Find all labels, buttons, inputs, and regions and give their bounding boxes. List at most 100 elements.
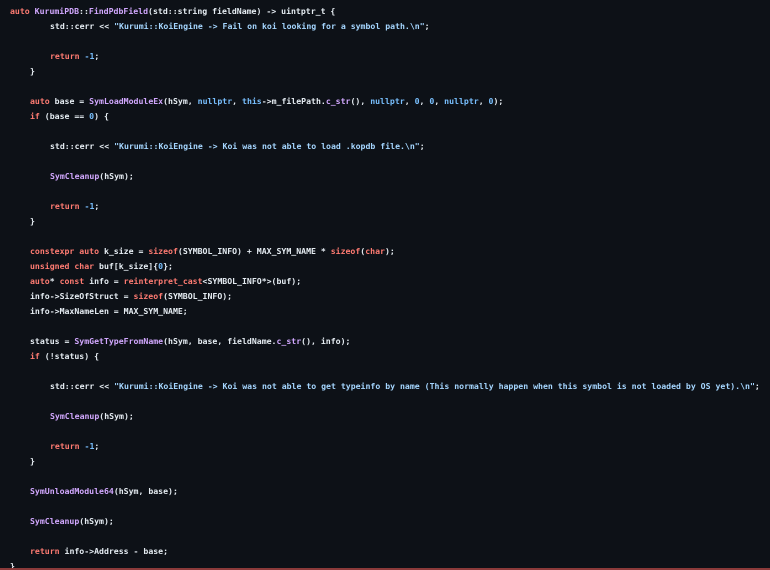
code-token: , bbox=[404, 96, 415, 106]
code-token: c_str bbox=[325, 96, 351, 106]
code-token: (), bbox=[350, 96, 371, 106]
code-line: SymUnloadModule64(hSym, base); bbox=[0, 484, 770, 499]
code-token: SymCleanup bbox=[30, 516, 80, 526]
code-token: base = bbox=[54, 96, 90, 106]
code-token: sizeof bbox=[330, 246, 361, 256]
code-line: info->SizeOfStruct = sizeof(SYMBOL_INFO)… bbox=[0, 289, 770, 304]
code-line: std::cerr << "Kurumi::KoiEngine -> Koi w… bbox=[0, 139, 770, 154]
code-token: <SYMBOL_INFO*>(buf); bbox=[202, 276, 302, 286]
code-token: if bbox=[30, 351, 45, 361]
code-token: , bbox=[478, 96, 489, 106]
code-line: std::cerr << "Kurumi::KoiEngine -> Koi w… bbox=[0, 379, 770, 394]
code-token: ); bbox=[384, 246, 395, 256]
code-token: }; bbox=[163, 261, 173, 271]
code-token: std::cerr << bbox=[50, 381, 115, 391]
code-line: auto* const info = reinterpret_cast<SYMB… bbox=[0, 274, 770, 289]
code-line: unsigned char buf[k_size]{0}; bbox=[0, 259, 770, 274]
code-token: (SYMBOL_INFO); bbox=[163, 291, 233, 301]
code-token: this bbox=[242, 96, 262, 106]
code-token: ; bbox=[419, 141, 425, 151]
code-line: } bbox=[0, 64, 770, 79]
code-token: SymLoadModuleEx bbox=[89, 96, 164, 106]
code-token: (std::string fieldName) -> uintptr_t { bbox=[148, 6, 336, 16]
code-token: return bbox=[50, 441, 85, 451]
code-token: KurumiPDB bbox=[34, 6, 80, 16]
code-line: return info->Address - base; bbox=[0, 544, 770, 559]
code-token: (hSym); bbox=[99, 171, 134, 181]
code-token: (SYMBOL_INFO) + MAX_SYM_NAME * bbox=[177, 246, 331, 256]
code-token: return bbox=[50, 201, 85, 211]
code-token: } bbox=[30, 66, 35, 76]
code-token: constexpr auto bbox=[30, 246, 104, 256]
code-token: nullptr bbox=[444, 96, 479, 106]
code-token: } bbox=[30, 456, 35, 466]
code-token: (hSym, bbox=[163, 96, 198, 106]
code-token: ; bbox=[754, 381, 760, 391]
code-token: , bbox=[232, 96, 243, 106]
code-line: return -1; bbox=[0, 199, 770, 214]
code-token: k_size = bbox=[103, 246, 149, 256]
code-token: info->SizeOfStruct = bbox=[30, 291, 134, 301]
code-editor[interactable]: auto KurumiPDB::FindPdbField(std::string… bbox=[0, 0, 770, 568]
code-token: ; bbox=[94, 441, 100, 451]
code-token: const bbox=[59, 276, 90, 286]
code-token: SymCleanup bbox=[50, 411, 100, 421]
code-token: std::cerr << bbox=[50, 21, 115, 31]
code-token: -1 bbox=[84, 441, 95, 451]
code-token: :: bbox=[79, 6, 89, 16]
code-token: ; bbox=[424, 21, 430, 31]
code-line: SymCleanup(hSym); bbox=[0, 169, 770, 184]
code-line: std::cerr << "Kurumi::KoiEngine -> Fail … bbox=[0, 19, 770, 34]
code-line: if (!status) { bbox=[0, 349, 770, 364]
code-line: } bbox=[0, 454, 770, 469]
code-token: ; bbox=[94, 51, 100, 61]
code-token: ) { bbox=[94, 111, 109, 121]
code-token: auto bbox=[30, 96, 55, 106]
code-token: , bbox=[419, 96, 430, 106]
code-token: (), info); bbox=[301, 336, 351, 346]
code-line: return -1; bbox=[0, 439, 770, 454]
code-token: } bbox=[30, 216, 35, 226]
code-line: info->MaxNameLen = MAX_SYM_NAME; bbox=[0, 304, 770, 319]
code-line: } bbox=[0, 559, 770, 568]
code-token: nullptr bbox=[197, 96, 233, 106]
code-token: "Kurumi::KoiEngine -> Fail on koi lookin… bbox=[114, 21, 425, 31]
code-token: if bbox=[30, 111, 45, 121]
code-token: SymUnloadModule64 bbox=[30, 486, 114, 496]
code-token: FindPdbField bbox=[88, 6, 149, 16]
code-token: char bbox=[365, 246, 385, 256]
code-line: } bbox=[0, 214, 770, 229]
code-token: (hSym); bbox=[99, 411, 134, 421]
code-token: (hSym, base); bbox=[113, 486, 178, 496]
code-line: return -1; bbox=[0, 49, 770, 64]
code-token: SymCleanup bbox=[50, 171, 100, 181]
code-token: , bbox=[434, 96, 445, 106]
code-token: sizeof bbox=[148, 246, 178, 256]
code-token: sizeof bbox=[133, 291, 164, 301]
code-line: status = SymGetTypeFromName(hSym, base, … bbox=[0, 334, 770, 349]
code-token: -1 bbox=[84, 51, 95, 61]
code-token: ->m_filePath. bbox=[261, 96, 326, 106]
code-line: auto base = SymLoadModuleEx(hSym, nullpt… bbox=[0, 94, 770, 109]
code-token: (hSym); bbox=[79, 516, 114, 526]
code-token: SymGetTypeFromName bbox=[74, 336, 164, 346]
code-line: if (base == 0) { bbox=[0, 109, 770, 124]
code-token: ; bbox=[94, 201, 100, 211]
code-token: info = bbox=[89, 276, 124, 286]
code-token: unsigned char bbox=[30, 261, 100, 271]
code-token: (!status) { bbox=[44, 351, 100, 361]
code-token: return bbox=[30, 546, 65, 556]
code-line: constexpr auto k_size = sizeof(SYMBOL_IN… bbox=[0, 244, 770, 259]
code-token: nullptr bbox=[370, 96, 405, 106]
code-token: "Kurumi::KoiEngine -> Koi was not able t… bbox=[114, 141, 420, 151]
code-token: ); bbox=[493, 96, 504, 106]
code-line: SymCleanup(hSym); bbox=[0, 514, 770, 529]
code-token: } bbox=[10, 561, 15, 568]
code-line: auto KurumiPDB::FindPdbField(std::string… bbox=[0, 4, 770, 19]
code-token: c_str bbox=[276, 336, 302, 346]
code-token: -1 bbox=[84, 201, 95, 211]
code-token: info->MaxNameLen = MAX_SYM_NAME; bbox=[30, 306, 188, 316]
code-token: status = bbox=[30, 336, 75, 346]
code-line: SymCleanup(hSym); bbox=[0, 409, 770, 424]
code-token: info->Address - base; bbox=[64, 546, 169, 556]
